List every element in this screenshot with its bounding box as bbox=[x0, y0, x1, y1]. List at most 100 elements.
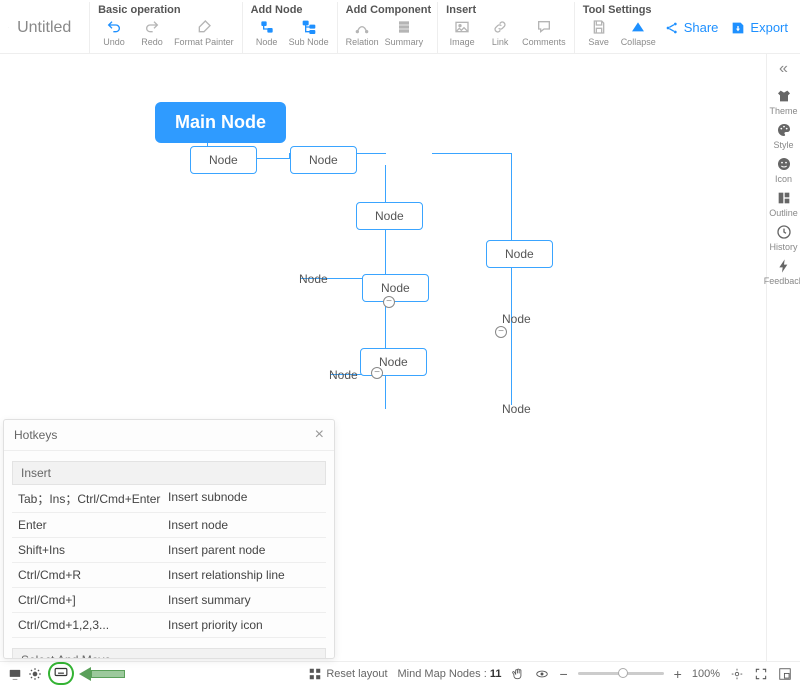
share-button[interactable]: Share bbox=[664, 20, 719, 36]
relation-button[interactable]: Relation bbox=[344, 17, 381, 51]
rail-outline[interactable]: Outline bbox=[764, 190, 800, 218]
brush-icon bbox=[196, 19, 212, 35]
tool-label: Relation bbox=[346, 37, 379, 47]
reset-layout-label: Reset layout bbox=[326, 668, 387, 680]
tool-label: Format Painter bbox=[174, 37, 234, 47]
tree-node[interactable]: Node bbox=[362, 274, 429, 302]
face-icon bbox=[776, 156, 792, 172]
hotkey-desc: Insert summary bbox=[168, 593, 320, 607]
save-button[interactable]: Save bbox=[581, 17, 617, 51]
collapse-toggle[interactable]: − bbox=[371, 367, 383, 379]
hotkey-desc: Insert node bbox=[168, 518, 320, 532]
tool-label: Link bbox=[492, 37, 509, 47]
toolbar-group: InsertImageLinkComments bbox=[437, 2, 574, 53]
image-button[interactable]: Image bbox=[444, 17, 480, 51]
tree-node[interactable]: Node bbox=[360, 348, 427, 376]
tool-label: Image bbox=[450, 37, 475, 47]
subnode-button[interactable]: Sub Node bbox=[287, 17, 331, 51]
tree-leaf[interactable]: Node bbox=[329, 368, 358, 382]
tree-node[interactable]: Node bbox=[486, 240, 553, 268]
hotkey-keys: Tab；Ins；Ctrl/Cmd+Enter bbox=[18, 490, 168, 507]
rail-label: Style bbox=[773, 140, 793, 150]
rail-theme[interactable]: Theme bbox=[764, 88, 800, 116]
undo-icon bbox=[106, 19, 122, 35]
hotkey-keys: Enter bbox=[18, 518, 168, 532]
zoom-level: 100% bbox=[692, 668, 720, 680]
hotkey-row: Tab；Ins；Ctrl/Cmd+EnterInsert subnode bbox=[12, 485, 326, 513]
fullscreen-icon[interactable] bbox=[754, 667, 768, 681]
tree-node[interactable]: Node bbox=[290, 146, 357, 174]
tool-label: Save bbox=[588, 37, 609, 47]
format-button[interactable]: Format Painter bbox=[172, 17, 236, 51]
undo-button[interactable]: Undo bbox=[96, 17, 132, 51]
minimap-icon[interactable] bbox=[778, 667, 792, 681]
node-button[interactable]: Node bbox=[249, 17, 285, 51]
link-icon bbox=[492, 19, 508, 35]
nodes-count-label: Mind Map Nodes : 11 bbox=[398, 668, 502, 680]
hotkey-row: Shift+InsInsert parent node bbox=[12, 538, 326, 563]
hotkey-row: Ctrl/Cmd+RInsert relationship line bbox=[12, 563, 326, 588]
panel-close-button[interactable]: × bbox=[315, 426, 324, 444]
bolt-icon bbox=[776, 258, 792, 274]
comments-button[interactable]: Comments bbox=[520, 17, 568, 51]
tree-node[interactable]: Node bbox=[190, 146, 257, 174]
grid-icon bbox=[308, 667, 322, 681]
keyboard-shortcuts-button[interactable] bbox=[48, 662, 74, 685]
main-node[interactable]: Main Node bbox=[155, 102, 286, 143]
tree-leaf[interactable]: Node bbox=[502, 312, 531, 326]
rail-style[interactable]: Style bbox=[764, 122, 800, 150]
export-button[interactable]: Export bbox=[730, 20, 788, 36]
annotation-arrow bbox=[80, 667, 125, 681]
keyboard-icon bbox=[54, 665, 68, 679]
hotkey-desc: Insert relationship line bbox=[168, 568, 320, 582]
panel-body[interactable]: InsertTab；Ins；Ctrl/Cmd+EnterInsert subno… bbox=[4, 450, 334, 658]
zoom-out-button[interactable]: − bbox=[559, 666, 567, 682]
rail-label: Feedback bbox=[764, 276, 800, 286]
tool-label: Comments bbox=[522, 37, 566, 47]
hand-icon[interactable] bbox=[511, 667, 525, 681]
panel-header: Hotkeys × bbox=[4, 420, 334, 450]
zoom-slider[interactable] bbox=[578, 672, 664, 675]
toolbar-group: Add NodeNodeSub Node bbox=[242, 2, 337, 53]
collapse-toggle[interactable]: − bbox=[495, 326, 507, 338]
link-button[interactable]: Link bbox=[482, 17, 518, 51]
hotkey-desc: Insert parent node bbox=[168, 543, 320, 557]
redo-icon bbox=[144, 19, 160, 35]
hotkey-keys: Shift+Ins bbox=[18, 543, 168, 557]
summary-button[interactable]: Summary bbox=[383, 17, 426, 51]
collapse-toggle[interactable]: − bbox=[383, 296, 395, 308]
reset-layout-button[interactable]: Reset layout bbox=[308, 667, 387, 681]
hotkeys-panel: Hotkeys × InsertTab；Ins；Ctrl/Cmd+EnterIn… bbox=[3, 419, 335, 659]
zoom-in-button[interactable]: + bbox=[674, 666, 682, 682]
fit-icon[interactable] bbox=[730, 667, 744, 681]
status-bar: Reset layout Mind Map Nodes : 11 − + 100… bbox=[0, 661, 800, 685]
tree-leaf[interactable]: Node bbox=[299, 272, 328, 286]
presentation-icon[interactable] bbox=[8, 667, 22, 681]
rail-feedback[interactable]: Feedback bbox=[764, 258, 800, 286]
eye-icon[interactable] bbox=[535, 667, 549, 681]
rail-icon[interactable]: Icon bbox=[764, 156, 800, 184]
redo-button[interactable]: Redo bbox=[134, 17, 170, 51]
tool-label: Summary bbox=[385, 37, 424, 47]
tool-label: Undo bbox=[103, 37, 125, 47]
export-label: Export bbox=[750, 20, 788, 35]
tree-node[interactable]: Node bbox=[356, 202, 423, 230]
zoom-slider-thumb[interactable] bbox=[618, 668, 628, 678]
rail-collapse-button[interactable]: « bbox=[779, 60, 788, 78]
tool-label: Redo bbox=[141, 37, 163, 47]
rail-label: Theme bbox=[769, 106, 797, 116]
rail-label: Outline bbox=[769, 208, 798, 218]
toolbar-group: Basic operationUndoRedoFormat Painter bbox=[89, 2, 242, 53]
node-icon bbox=[259, 19, 275, 35]
collapse-button[interactable]: Collapse bbox=[619, 17, 658, 51]
toolbar-groups: Basic operationUndoRedoFormat PainterAdd… bbox=[89, 2, 664, 53]
tree-leaf[interactable]: Node bbox=[502, 402, 531, 416]
group-title: Tool Settings bbox=[583, 4, 658, 16]
summary-icon bbox=[396, 19, 412, 35]
document-title[interactable]: Untitled bbox=[9, 2, 89, 53]
top-actions: Share Export bbox=[664, 2, 792, 53]
rail-history[interactable]: History bbox=[764, 224, 800, 252]
export-icon bbox=[730, 20, 746, 36]
tool-label: Collapse bbox=[621, 37, 656, 47]
brightness-icon[interactable] bbox=[28, 667, 42, 681]
